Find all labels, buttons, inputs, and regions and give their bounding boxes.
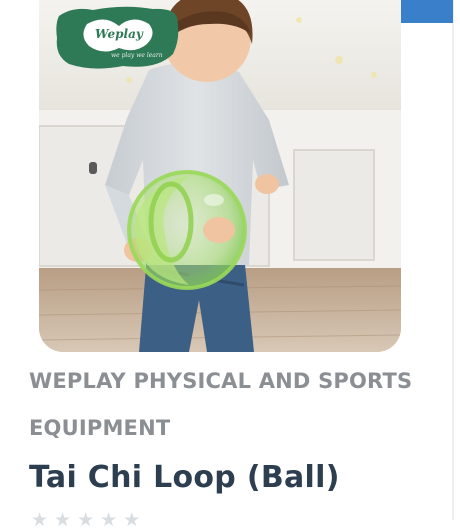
star-icon[interactable]: ★ [123,510,140,530]
page-scroll-edge [452,0,454,520]
star-icon[interactable]: ★ [100,510,117,530]
brand-logo-tagline: we play we learn [111,52,163,59]
product-title: Tai Chi Loop (Ball) [29,460,340,495]
star-icon[interactable]: ★ [31,510,48,530]
star-icon[interactable]: ★ [77,510,94,530]
product-category: WEPLAY PHYSICAL AND SPORTS EQUIPMENT [29,369,413,440]
product-rating: ★ ★ ★ ★ ★ [31,510,140,530]
brand-logo: Weplay we play we learn [53,4,181,72]
star-icon[interactable]: ★ [54,510,71,530]
product-image[interactable]: Weplay we play we learn [39,0,401,352]
brand-logo-name: Weplay [95,27,143,41]
